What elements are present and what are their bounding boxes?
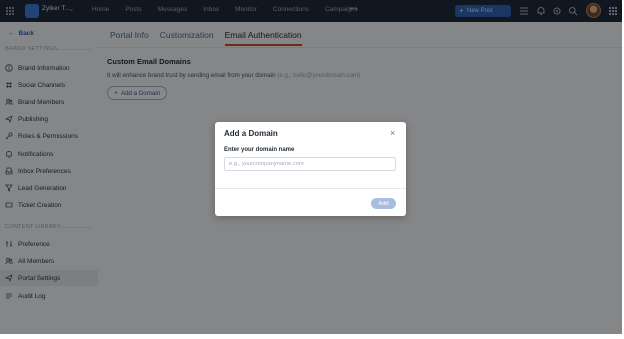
dialog-divider (215, 188, 406, 189)
app-window: Zylker T... ⌄ Home Posts Messages Inbox … (0, 0, 622, 334)
close-icon[interactable]: × (390, 128, 395, 138)
add-domain-dialog: Add a Domain × Enter your domain name Ad… (215, 122, 406, 216)
dialog-title: Add a Domain (224, 129, 278, 138)
domain-name-label: Enter your domain name (224, 147, 295, 153)
add-button[interactable]: Add (371, 198, 396, 209)
domain-name-input[interactable] (224, 157, 396, 171)
